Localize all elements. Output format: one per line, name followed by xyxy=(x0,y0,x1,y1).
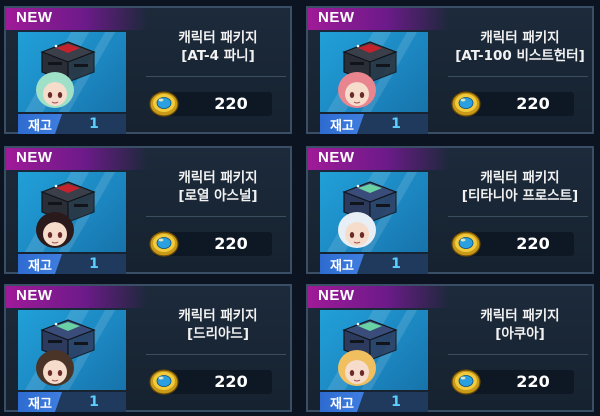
package-title: 캐릭터 패키지 xyxy=(480,30,560,46)
stock-label: 재고 xyxy=(18,114,62,134)
package-card[interactable]: NEW 재고 1 캐릭터 패키지 [AT-100 비스트헌터] 220 xyxy=(306,6,594,134)
package-card[interactable]: NEW 재고 1 캐릭터 패키지 [드리아드] 220 xyxy=(4,284,292,412)
coin-icon xyxy=(148,366,180,398)
package-image xyxy=(18,32,126,112)
new-badge-label: NEW xyxy=(16,9,53,26)
package-title: 캐릭터 패키지 xyxy=(178,170,258,186)
price-value: 220 xyxy=(214,234,248,253)
stock-indicator: 재고 1 xyxy=(320,254,428,274)
new-badge-label: NEW xyxy=(16,149,53,166)
stock-count: 1 xyxy=(391,256,401,272)
new-badge-label: NEW xyxy=(318,149,355,166)
package-name: [AT-4 파니] xyxy=(181,48,255,64)
divider xyxy=(146,354,286,355)
new-badge: NEW xyxy=(308,8,450,30)
price-value: 220 xyxy=(516,94,550,113)
stock-count: 1 xyxy=(391,394,401,410)
stock-label: 재고 xyxy=(320,254,364,274)
new-badge-label: NEW xyxy=(318,287,355,304)
stock-indicator: 재고 1 xyxy=(18,254,126,274)
divider xyxy=(448,216,588,217)
package-title: 캐릭터 패키지 xyxy=(178,30,258,46)
package-grid: NEW 재고 1 캐릭터 패키지 [AT-4 파니] 220 NEW 재고 1 … xyxy=(0,0,600,416)
character-portrait xyxy=(32,66,78,112)
character-portrait xyxy=(334,344,380,390)
new-badge: NEW xyxy=(6,148,148,170)
coin-icon xyxy=(450,366,482,398)
new-badge: NEW xyxy=(308,286,450,308)
package-card[interactable]: NEW 재고 1 캐릭터 패키지 [AT-4 파니] 220 xyxy=(4,6,292,134)
package-card[interactable]: NEW 재고 1 캐릭터 패키지 [티타니아 프로스트] 220 xyxy=(306,146,594,274)
package-title: 캐릭터 패키지 xyxy=(480,170,560,186)
package-name: [드리아드] xyxy=(186,326,250,342)
divider xyxy=(448,354,588,355)
stock-count: 1 xyxy=(89,256,99,272)
new-badge-label: NEW xyxy=(16,287,53,304)
coin-icon xyxy=(148,228,180,260)
price-value: 220 xyxy=(214,94,248,113)
price-value: 220 xyxy=(214,372,248,391)
divider xyxy=(146,76,286,77)
stock-label: 재고 xyxy=(18,254,62,274)
coin-icon xyxy=(450,88,482,120)
divider xyxy=(448,76,588,77)
character-portrait xyxy=(334,206,380,252)
character-portrait xyxy=(32,344,78,390)
new-badge: NEW xyxy=(6,286,148,308)
stock-count: 1 xyxy=(89,116,99,132)
package-name: [로열 아스널] xyxy=(178,188,258,204)
package-name: [AT-100 비스트헌터] xyxy=(455,48,585,64)
price-value: 220 xyxy=(516,372,550,391)
stock-count: 1 xyxy=(89,394,99,410)
character-portrait xyxy=(32,206,78,252)
stock-indicator: 재고 1 xyxy=(18,114,126,134)
stock-indicator: 재고 1 xyxy=(18,392,126,412)
coin-icon xyxy=(450,228,482,260)
package-card[interactable]: NEW 재고 1 캐릭터 패키지 [로열 아스널] 220 xyxy=(4,146,292,274)
stock-count: 1 xyxy=(391,116,401,132)
price-value: 220 xyxy=(516,234,550,253)
new-badge: NEW xyxy=(308,148,450,170)
package-title: 캐릭터 패키지 xyxy=(178,308,258,324)
package-image xyxy=(18,172,126,252)
stock-indicator: 재고 1 xyxy=(320,392,428,412)
new-badge: NEW xyxy=(6,8,148,30)
package-title: 캐릭터 패키지 xyxy=(480,308,560,324)
package-image xyxy=(320,172,428,252)
stock-label: 재고 xyxy=(320,392,364,412)
package-image xyxy=(18,310,126,390)
divider xyxy=(146,216,286,217)
package-name: [아쿠아] xyxy=(495,326,545,342)
stock-label: 재고 xyxy=(18,392,62,412)
package-image xyxy=(320,32,428,112)
package-card[interactable]: NEW 재고 1 캐릭터 패키지 [아쿠아] 220 xyxy=(306,284,594,412)
coin-icon xyxy=(148,88,180,120)
new-badge-label: NEW xyxy=(318,9,355,26)
character-portrait xyxy=(334,66,380,112)
package-name: [티타니아 프로스트] xyxy=(461,188,579,204)
package-image xyxy=(320,310,428,390)
stock-label: 재고 xyxy=(320,114,364,134)
stock-indicator: 재고 1 xyxy=(320,114,428,134)
